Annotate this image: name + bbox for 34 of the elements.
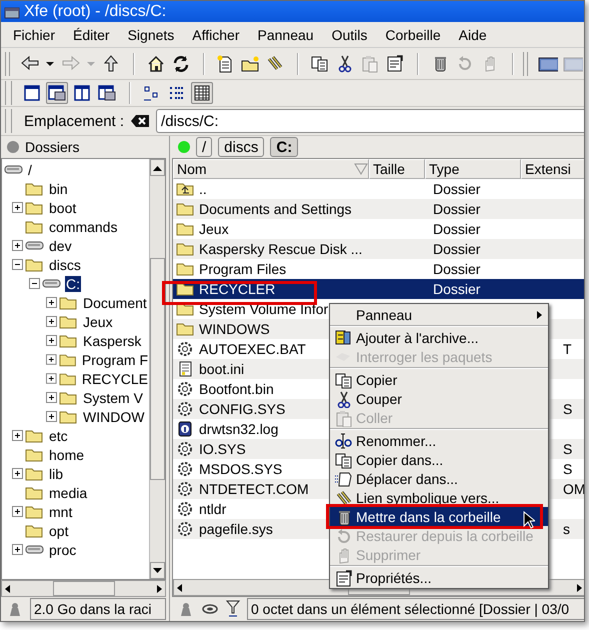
file-name: WINDOWS	[199, 321, 270, 337]
file-name: Program Files	[199, 261, 286, 277]
file-type: Dossier	[433, 181, 480, 197]
file-name: Jeux	[199, 221, 229, 237]
file-extension: S	[563, 441, 572, 457]
file-name: Bootfont.bin	[199, 381, 274, 397]
file-name: pagefile.sys	[199, 521, 273, 537]
file-type: Dossier	[433, 201, 480, 217]
file-extension: T	[563, 341, 572, 357]
panel-title: Dossiers	[25, 139, 80, 155]
file-type: Dossier	[433, 281, 480, 297]
file-name: NTDETECT.COM	[199, 481, 309, 497]
file-name: MSDOS.SYS	[199, 461, 282, 477]
file-name: drwtsn32.log	[199, 421, 278, 437]
file-name: CONFIG.SYS	[199, 401, 286, 417]
file-extension: s	[563, 521, 570, 537]
file-type: Dossier	[433, 241, 480, 257]
file-name: Documents and Settings	[199, 201, 352, 217]
status-text: 0 octet dans un élément sélectionné [Dossier | 03/0	[247, 598, 584, 620]
location-label: Emplacement :	[24, 112, 124, 130]
file-type: Dossier	[433, 221, 480, 237]
status-text: 2.0 Go dans la raci	[30, 598, 166, 620]
file-name: RECYCLER	[199, 281, 276, 297]
file-extension: S	[563, 401, 572, 417]
file-type: Dossier	[433, 261, 480, 277]
file-name: IO.SYS	[199, 441, 246, 457]
window-title: Xfe (root) - /discs/C:	[24, 2, 166, 20]
file-name: AUTOEXEC.BAT	[199, 341, 306, 357]
file-name: ..	[199, 181, 207, 197]
file-name: ntldr	[199, 501, 226, 517]
file-name: boot.ini	[199, 361, 244, 377]
file-name: System Volume Infor	[199, 301, 328, 317]
file-name: Kaspersky Rescue Disk ...	[199, 241, 362, 257]
file-extension: S	[563, 461, 572, 477]
